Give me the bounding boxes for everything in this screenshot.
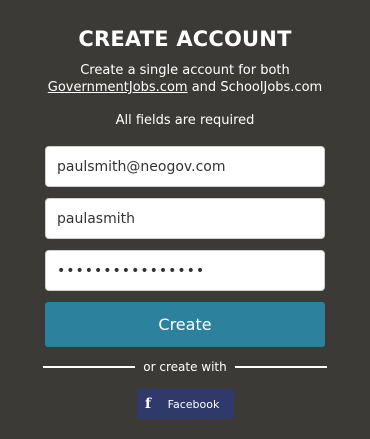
divider-line-right <box>234 366 327 368</box>
divider-line-left <box>43 366 136 368</box>
facebook-button[interactable]: f Facebook <box>137 389 234 419</box>
subtitle-line-2: GovernmentJobs.com and SchoolJobs.com <box>0 79 370 96</box>
divider-text: or create with <box>143 360 227 374</box>
facebook-icon: f <box>144 396 152 412</box>
create-account-panel: CREATE ACCOUNT Create a single account f… <box>0 0 370 439</box>
email-field[interactable] <box>45 146 325 187</box>
create-button[interactable]: Create <box>45 302 325 347</box>
username-field[interactable] <box>45 198 325 239</box>
facebook-label: Facebook <box>167 397 220 411</box>
page-title: CREATE ACCOUNT <box>78 27 292 51</box>
subtitle-and: and <box>191 80 217 95</box>
schooljobs-text: SchoolJobs.com <box>220 80 323 95</box>
subtitle-line-1: Create a single account for both <box>80 63 290 78</box>
governmentjobs-link[interactable]: GovernmentJobs.com <box>48 80 188 95</box>
password-field[interactable] <box>45 250 325 291</box>
subtitle: Create a single account for both Governm… <box>0 62 370 96</box>
required-note: All fields are required <box>115 113 255 128</box>
or-divider: or create with <box>43 358 327 376</box>
